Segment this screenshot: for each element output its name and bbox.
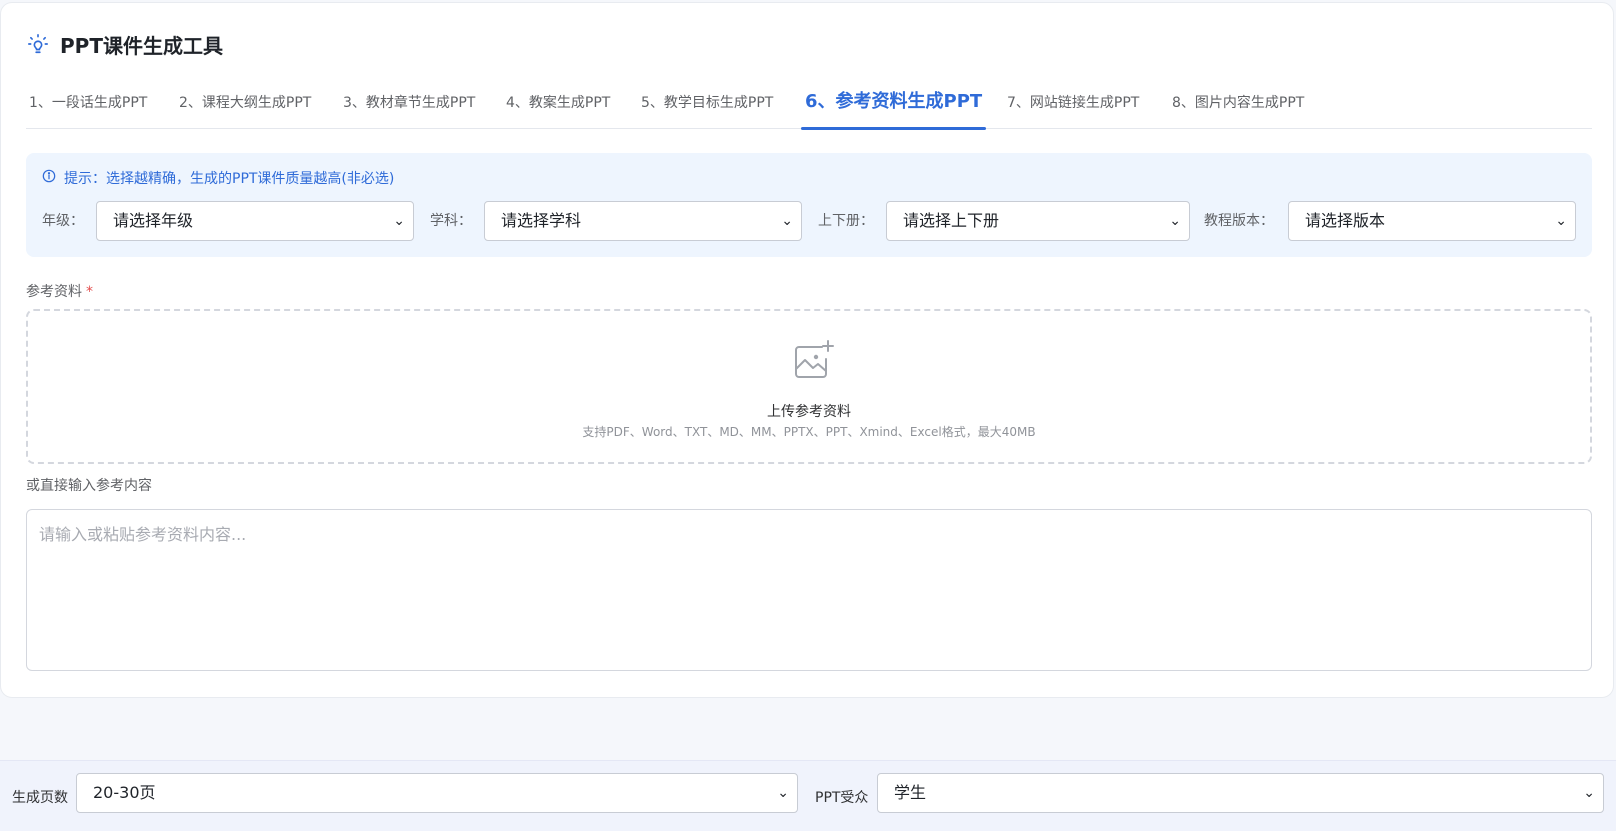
tab-bar: 1、一段话生成PPT 2、课程大纲生成PPT 3、教材章节生成PPT 4、教案生… [26, 83, 1592, 130]
subject-label: 学科： [430, 213, 472, 229]
info-icon [42, 169, 56, 187]
chevron-down-icon: ⌄ [777, 785, 789, 801]
chevron-down-icon: ⌄ [781, 213, 793, 229]
grade-select-value: 请选择年级 [113, 211, 194, 230]
hint-row: 提示：选择越精确，生成的PPT课件质量越高(非必选) [42, 168, 394, 188]
tab-teaching-goals[interactable]: 5、教学目标生成PPT [641, 83, 773, 129]
volume-select[interactable]: 请选择上下册 ⌄ [886, 201, 1190, 241]
grade-label: 年级： [42, 213, 84, 229]
audience-select-value: 学生 [894, 783, 927, 802]
page-title: PPT课件生成工具 [60, 33, 223, 58]
edition-label: 教程版本： [1204, 213, 1274, 229]
edition-select[interactable]: 请选择版本 ⌄ [1288, 201, 1576, 241]
chevron-down-icon: ⌄ [1583, 785, 1595, 801]
tab-image-content[interactable]: 8、图片内容生成PPT [1172, 83, 1304, 129]
upload-title: 上传参考资料 [767, 404, 851, 420]
reference-label-text: 参考资料 [26, 284, 82, 300]
textarea-placeholder: 请输入或粘贴参考资料内容... [39, 525, 247, 544]
tab-lesson-plan[interactable]: 4、教案生成PPT [506, 83, 610, 129]
reference-label: 参考资料 * [26, 281, 93, 301]
bottom-settings-bar: 生成页数 20-30页 ⌄ PPT受众 学生 ⌄ [0, 760, 1616, 831]
hint-text: 提示：选择越精确，生成的PPT课件质量越高(非必选) [64, 171, 395, 187]
volume-label: 上下册： [818, 213, 874, 229]
audience-select[interactable]: 学生 ⌄ [877, 773, 1604, 813]
required-mark: * [86, 284, 93, 300]
upload-dropzone[interactable]: 上传参考资料 支持PDF、Word、TXT、MD、MM、PPTX、PPT、Xmi… [26, 309, 1592, 464]
tab-textbook-chapter[interactable]: 3、教材章节生成PPT [343, 83, 475, 129]
pages-label: 生成页数 [12, 790, 68, 806]
pages-select[interactable]: 20-30页 ⌄ [76, 773, 798, 813]
edition-select-value: 请选择版本 [1305, 211, 1386, 230]
image-upload-icon [792, 339, 834, 381]
hint-panel: 提示：选择越精确，生成的PPT课件质量越高(非必选) 年级： 请选择年级 ⌄ 学… [26, 153, 1592, 257]
pages-select-value: 20-30页 [93, 783, 156, 802]
chevron-down-icon: ⌄ [1169, 213, 1181, 229]
subject-select-value: 请选择学科 [501, 211, 582, 230]
lightbulb-icon [26, 32, 50, 56]
volume-select-value: 请选择上下册 [903, 211, 1000, 230]
audience-label: PPT受众 [815, 790, 869, 806]
reference-content-textarea[interactable]: 请输入或粘贴参考资料内容... [26, 509, 1592, 671]
grade-select[interactable]: 请选择年级 ⌄ [96, 201, 414, 241]
chevron-down-icon: ⌄ [1555, 213, 1567, 229]
main-card: PPT课件生成工具 1、一段话生成PPT 2、课程大纲生成PPT 3、教材章节生… [0, 2, 1614, 698]
tab-course-outline[interactable]: 2、课程大纲生成PPT [179, 83, 311, 129]
subject-select[interactable]: 请选择学科 ⌄ [484, 201, 802, 241]
chevron-down-icon: ⌄ [393, 213, 405, 229]
tab-reference-material[interactable]: 6、参考资料生成PPT [800, 83, 987, 130]
direct-input-label: 或直接输入参考内容 [26, 478, 152, 494]
header: PPT课件生成工具 [26, 29, 223, 59]
upload-formats: 支持PDF、Word、TXT、MD、MM、PPTX、PPT、Xmind、Exce… [582, 425, 1036, 439]
tab-one-paragraph[interactable]: 1、一段话生成PPT [29, 83, 147, 129]
tab-website-link[interactable]: 7、网站链接生成PPT [1007, 83, 1139, 129]
